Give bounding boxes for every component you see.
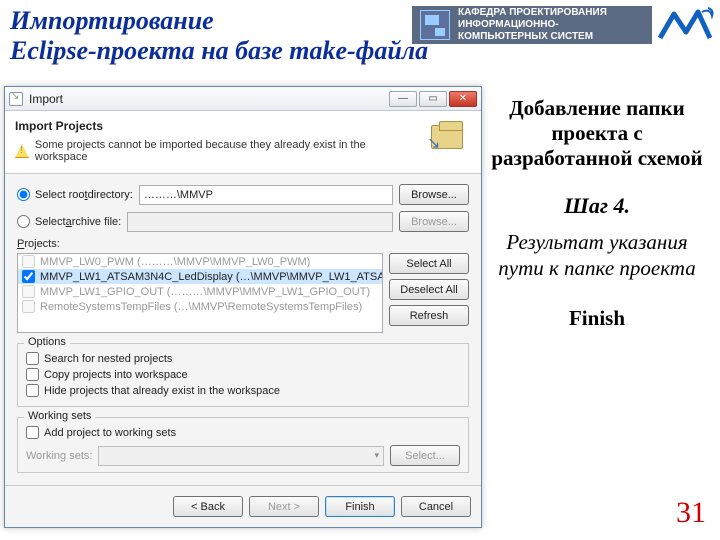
opt-copy-row[interactable]: Copy projects into workspace — [26, 368, 460, 381]
browse-root-button[interactable]: Browse... — [399, 184, 469, 205]
department-icon — [420, 10, 450, 40]
import-icon — [9, 92, 23, 106]
back-button[interactable]: < Back — [173, 496, 243, 517]
dialog-footer: < Back Next > Finish Cancel — [5, 485, 481, 527]
browse-archive-button: Browse... — [399, 211, 469, 232]
archive-label-post: rchive file: — [72, 216, 122, 228]
minimize-button[interactable]: — — [389, 91, 417, 107]
projects-area: MMVP_LW0_PWM (………\MMVP\MMVP_LW0_PWM) MMVP… — [17, 253, 469, 333]
deselect-all-button[interactable]: Deselect All — [389, 279, 469, 300]
opt-hide-row[interactable]: Hide projects that already exist in the … — [26, 384, 460, 397]
archive-radio[interactable] — [17, 215, 30, 228]
project-label: RemoteSystemsTempFiles (…\MMVP\RemoteSys… — [40, 301, 362, 313]
maximize-button[interactable]: ▭ — [419, 91, 447, 107]
ws-add-checkbox[interactable] — [26, 426, 39, 439]
project-row: RemoteSystemsTempFiles (…\MMVP\RemoteSys… — [18, 299, 382, 314]
ws-combo: ▾ — [98, 446, 384, 466]
dialog-body: Select root directory: Browse... Select … — [5, 174, 481, 485]
root-label-pre: Select roo — [35, 189, 85, 201]
projects-side-buttons: Select All Deselect All Refresh — [389, 253, 469, 333]
annotation-result: Результат указания пути к папке проекта — [484, 229, 710, 282]
project-row[interactable]: MMVP_LW1_ATSAM3N4C_LedDisplay (…\MMVP\MM… — [18, 269, 382, 284]
project-label: MMVP_LW1_ATSAM3N4C_LedDisplay (…\MMVP\MM… — [40, 271, 383, 283]
ws-label: Working sets: — [26, 450, 92, 462]
project-label: MMVP_LW0_PWM (………\MMVP\MMVP_LW0_PWM) — [40, 256, 310, 268]
ws-select-button: Select... — [390, 445, 460, 466]
options-group: Options Search for nested projects Copy … — [17, 343, 469, 407]
annotation-desc: Добавление папки проекта с разработанной… — [484, 96, 710, 171]
opt-hide-label: Hide projects that already exist in the … — [44, 385, 280, 397]
department-line2: ИНФОРМАЦИОННО- — [458, 19, 607, 31]
refresh-button[interactable]: Refresh — [389, 305, 469, 326]
window-title: Import — [29, 92, 389, 106]
close-button[interactable]: ✕ — [449, 91, 477, 107]
projects-list[interactable]: MMVP_LW0_PWM (………\MMVP\MMVP_LW0_PWM) MMVP… — [17, 253, 383, 333]
project-checkbox — [22, 300, 35, 313]
finish-button[interactable]: Finish — [325, 496, 395, 517]
annotation-step: Шаг 4. — [484, 193, 710, 219]
opt-search-checkbox[interactable] — [26, 352, 39, 365]
options-legend: Options — [24, 336, 70, 348]
opt-copy-label: Copy projects into workspace — [44, 369, 188, 381]
project-checkbox[interactable] — [22, 270, 35, 283]
annotation-column: Добавление папки проекта с разработанной… — [484, 96, 710, 331]
wizard-banner: Import Projects Some projects cannot be … — [5, 111, 481, 174]
opt-copy-checkbox[interactable] — [26, 368, 39, 381]
ws-add-label: Add project to working sets — [44, 427, 176, 439]
project-row: MMVP_LW1_GPIO_OUT (………\MMVP\MMVP_LW1_GPI… — [18, 284, 382, 299]
root-dir-input[interactable] — [139, 185, 393, 205]
cancel-button[interactable]: Cancel — [401, 496, 471, 517]
banner-message-text: Some projects cannot be imported because… — [35, 139, 419, 163]
projects-label: PProjects:rojects: — [17, 238, 469, 250]
project-checkbox — [22, 255, 35, 268]
archive-label-pre: Select — [35, 216, 66, 228]
warning-icon — [15, 144, 29, 158]
page-number: 31 — [676, 496, 706, 530]
root-label-post: directory: — [88, 189, 133, 201]
department-badge: КАФЕДРА ПРОЕКТИРОВАНИЯ ИНФОРМАЦИОННО- КО… — [412, 6, 652, 44]
titlebar[interactable]: Import — ▭ ✕ — [5, 87, 481, 111]
next-button: Next > — [249, 496, 319, 517]
project-label: MMVP_LW1_GPIO_OUT (………\MMVP\MMVP_LW1_GPI… — [40, 286, 370, 298]
archive-radio-label[interactable]: Select archive file: — [17, 215, 121, 228]
chevron-down-icon: ▾ — [374, 450, 379, 461]
root-dir-row: Select root directory: Browse... — [17, 184, 469, 205]
opt-search-row[interactable]: Search for nested projects — [26, 352, 460, 365]
select-all-button[interactable]: Select All — [389, 253, 469, 274]
ws-legend: Working sets — [24, 410, 95, 422]
project-checkbox — [22, 285, 35, 298]
ws-select-row: Working sets: ▾ Select... — [26, 445, 460, 466]
archive-input — [127, 212, 393, 232]
opt-search-label: Search for nested projects — [44, 353, 172, 365]
root-dir-radio-label[interactable]: Select root directory: — [17, 188, 133, 201]
window-controls: — ▭ ✕ — [389, 91, 477, 107]
slide-title-text: Импортирование Eclipse-проекта на базе m… — [10, 6, 428, 65]
opt-hide-checkbox[interactable] — [26, 384, 39, 397]
annotation-finish: Finish — [484, 306, 710, 331]
banner-message: Some projects cannot be imported because… — [15, 139, 419, 163]
working-sets-group: Working sets Add project to working sets… — [17, 417, 469, 473]
department-line3: КОМПЬЮТЕРНЫХ СИСТЕМ — [458, 31, 607, 43]
institution-logo — [656, 4, 716, 44]
project-row: MMVP_LW0_PWM (………\MMVP\MMVP_LW0_PWM) — [18, 254, 382, 269]
folder-import-icon: ↘ — [427, 119, 471, 157]
ws-add-row[interactable]: Add project to working sets — [26, 426, 460, 439]
banner-title: Import Projects — [15, 119, 419, 133]
archive-row: Select archive file: Browse... — [17, 211, 469, 232]
import-dialog: Import — ▭ ✕ Import Projects Some projec… — [4, 86, 482, 528]
department-text: КАФЕДРА ПРОЕКТИРОВАНИЯ ИНФОРМАЦИОННО- КО… — [458, 7, 607, 43]
root-dir-radio[interactable] — [17, 188, 30, 201]
department-line1: КАФЕДРА ПРОЕКТИРОВАНИЯ — [458, 7, 607, 19]
